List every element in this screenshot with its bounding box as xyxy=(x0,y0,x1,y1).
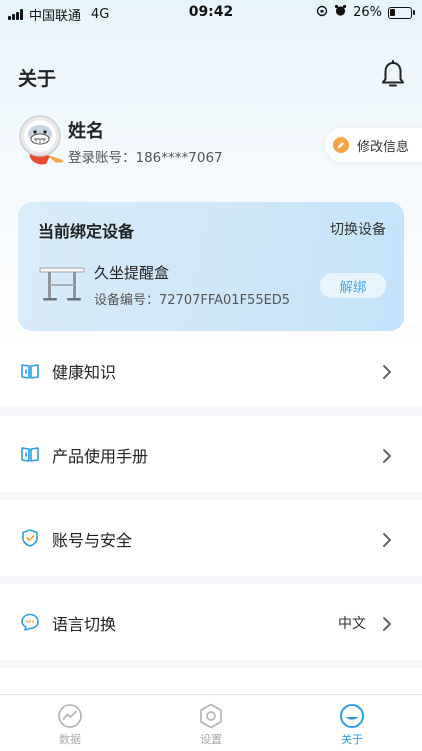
unbind-button[interactable]: 解绑 xyxy=(320,273,386,298)
alarm-icon xyxy=(334,4,347,21)
menu-label: 健康知识 xyxy=(52,363,117,382)
switch-device-button[interactable]: 切换设备 xyxy=(330,219,386,239)
battery-percent: 26% xyxy=(353,5,382,20)
tab-label: 关于 xyxy=(341,733,363,746)
chevron-right-icon xyxy=(382,532,392,548)
notification-bell-icon[interactable] xyxy=(380,60,406,90)
language-value: 中文 xyxy=(338,616,366,632)
compass-icon xyxy=(340,704,364,728)
menu-label: 账号与安全 xyxy=(52,531,133,550)
standing-desk-icon xyxy=(38,264,86,304)
device-name: 久坐提醒盒 xyxy=(94,264,170,282)
menu-item-product-manual[interactable]: 产品使用手册 xyxy=(0,416,422,492)
bound-device-card: 当前绑定设备 切换设备 久坐提醒盒 设备编号：72707FFA01F55ED5 … xyxy=(18,202,404,331)
user-name: 姓名 xyxy=(68,121,104,142)
menu-label: 产品使用手册 xyxy=(52,447,149,466)
account-info: 登录账号：186****7067 xyxy=(68,146,223,166)
tab-label: 数据 xyxy=(59,733,81,746)
tab-about[interactable]: 关于 xyxy=(282,695,422,751)
menu-item-partial[interactable] xyxy=(0,668,422,694)
menu-item-account-security[interactable]: 账号与安全 xyxy=(0,500,422,576)
chevron-right-icon xyxy=(382,448,392,464)
book-icon xyxy=(20,444,40,464)
page-title: 关于 xyxy=(18,68,57,90)
shield-check-icon xyxy=(20,528,40,548)
device-id-value: 72707FFA01F55ED5 xyxy=(159,293,291,308)
rotation-lock-icon xyxy=(316,5,328,21)
status-bar: 中国联通 4G 09:42 26% xyxy=(0,0,422,26)
chat-bubble-icon xyxy=(20,612,40,632)
menu-item-health-knowledge[interactable]: 健康知识 xyxy=(0,338,422,406)
account-label: 登录账号： xyxy=(68,150,136,166)
edit-icon xyxy=(333,137,349,153)
menu-label: 语言切换 xyxy=(52,615,117,634)
chevron-right-icon xyxy=(382,364,392,380)
account-value: 186****7067 xyxy=(135,150,223,166)
device-id: 设备编号：72707FFA01F55ED5 xyxy=(94,289,290,308)
battery-icon xyxy=(388,6,415,19)
device-id-label: 设备编号： xyxy=(94,293,160,308)
menu-item-language[interactable]: 语言切换 中文 xyxy=(0,584,422,660)
chart-line-icon xyxy=(58,704,82,728)
gear-icon xyxy=(200,703,222,729)
edit-profile-label: 修改信息 xyxy=(357,139,410,155)
tab-data[interactable]: 数据 xyxy=(0,695,140,751)
tab-settings[interactable]: 设置 xyxy=(141,695,281,751)
edit-profile-button[interactable]: 修改信息 xyxy=(325,128,422,162)
book-icon xyxy=(20,361,40,381)
device-card-title: 当前绑定设备 xyxy=(38,222,135,241)
chevron-right-icon xyxy=(382,616,392,632)
avatar[interactable] xyxy=(16,112,74,170)
tab-label: 设置 xyxy=(200,733,222,746)
tab-bar: 数据 设置 关于 xyxy=(0,694,422,751)
